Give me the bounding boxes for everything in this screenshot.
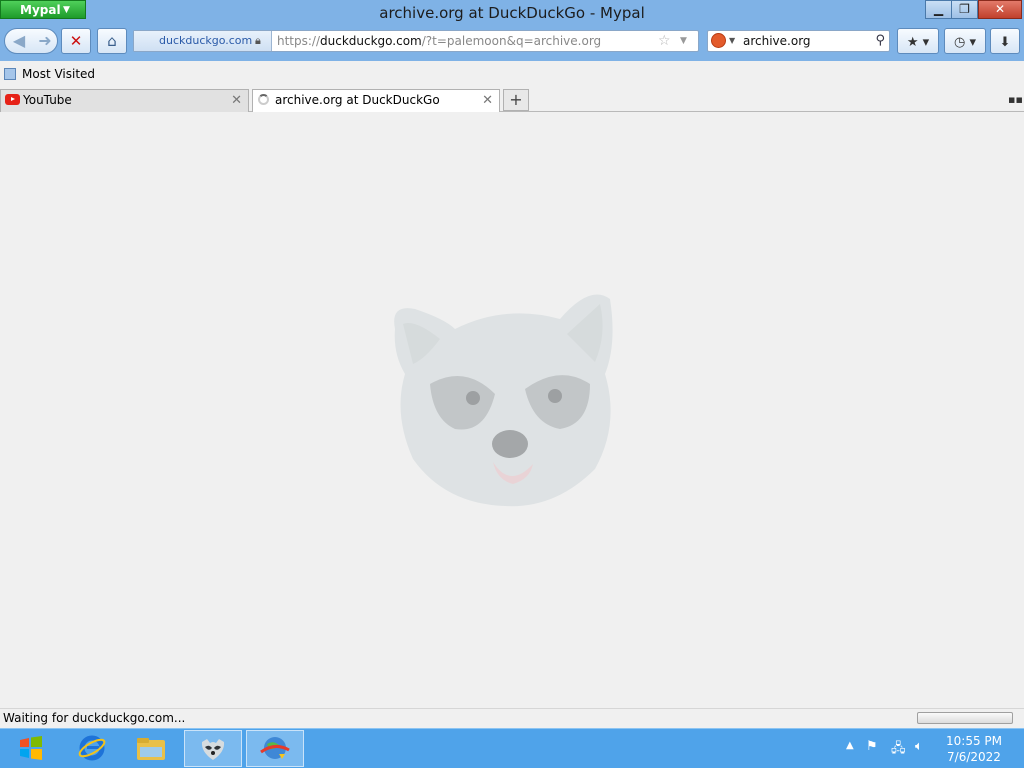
tab-youtube[interactable]: YouTube ✕	[0, 89, 249, 112]
bookmark-label: Most Visited	[22, 67, 96, 81]
title-bar: Mypal ▼ archive.org at DuckDuckGo - Mypa…	[0, 0, 1024, 26]
download-arrow-icon: ⬇	[999, 35, 1011, 50]
globe-download-icon	[260, 737, 290, 759]
clock-date: 7/6/2022	[947, 750, 1001, 764]
search-icon[interactable]: ⚲	[875, 31, 885, 51]
loading-progress-bar	[917, 712, 1013, 724]
windows-taskbar: ▲ ⚑ 🖧︎ 🔈︎ 10:55 PM 7/6/2022	[0, 728, 1024, 768]
close-window-button[interactable]: ✕	[978, 0, 1022, 19]
taskbar-clock[interactable]: 10:55 PM 7/6/2022	[940, 733, 1008, 765]
file-explorer-taskbar-button[interactable]	[122, 730, 180, 767]
site-identity-label: duckduckgo.com	[159, 34, 253, 47]
tab-duckduckgo[interactable]: archive.org at DuckDuckGo ✕	[252, 89, 500, 112]
url-dropdown-icon[interactable]: ▼	[680, 31, 687, 51]
plus-icon: +	[509, 90, 523, 109]
network-icon[interactable]: 🖧︎	[891, 739, 906, 761]
url-host: duckduckgo.com	[320, 34, 422, 48]
raccoon-icon	[201, 739, 225, 760]
search-engine-icon[interactable]	[711, 33, 726, 48]
url-path: /?t=palemoon&q=archive.org	[421, 34, 602, 48]
mypal-taskbar-button[interactable]	[184, 730, 242, 767]
lock-icon: 🔒︎	[255, 34, 261, 47]
tab-label: YouTube	[23, 93, 72, 107]
loading-spinner-icon	[258, 94, 269, 105]
start-button[interactable]	[2, 730, 60, 767]
home-icon: ⌂	[107, 32, 117, 50]
action-center-flag-icon[interactable]: ⚑	[866, 739, 878, 754]
close-icon: ✕	[994, 2, 1006, 16]
search-bar[interactable]: ▼ archive.org ⚲	[707, 30, 890, 52]
status-text: Waiting for duckduckgo.com...	[3, 711, 186, 725]
back-button[interactable]: ◀	[6, 29, 32, 53]
url-prefix: https://	[277, 34, 321, 48]
new-tab-button[interactable]: +	[503, 89, 529, 111]
history-button[interactable]: ◷ ▾	[944, 28, 986, 54]
search-input[interactable]: archive.org	[743, 31, 811, 51]
bookmarks-menu-button[interactable]: ★ ▾	[897, 28, 939, 54]
url-text[interactable]: https://duckduckgo.com/?t=palemoon&q=arc…	[277, 31, 601, 51]
back-arrow-icon: ◀	[12, 31, 26, 50]
url-bar[interactable]: duckduckgo.com 🔒︎ https://duckduckgo.com…	[133, 30, 699, 52]
download-manager-taskbar-button[interactable]	[246, 730, 304, 767]
restore-button[interactable]: ❐	[951, 0, 978, 19]
stop-button[interactable]: ✕	[61, 28, 91, 54]
minimize-button[interactable]: ▁	[925, 0, 952, 19]
list-all-tabs-icon[interactable]: ▪▪	[1008, 93, 1023, 106]
forward-arrow-icon: ➜	[38, 31, 52, 50]
show-hidden-icons-icon[interactable]: ▲	[846, 740, 854, 751]
internet-explorer-icon	[78, 735, 106, 761]
raccoon-watermark-image	[394, 294, 613, 507]
volume-muted-icon[interactable]: 🔈︎	[915, 739, 923, 754]
close-tab-icon[interactable]: ✕	[231, 90, 242, 111]
forward-button[interactable]: ➜	[33, 29, 57, 53]
bookmark-most-visited[interactable]: Most Visited	[4, 67, 95, 81]
windows-logo-icon	[20, 736, 42, 760]
stop-icon: ✕	[69, 32, 83, 50]
youtube-icon	[5, 94, 20, 105]
downloads-button[interactable]: ⬇	[990, 28, 1020, 54]
back-forward-group: ◀ ➜	[4, 28, 58, 54]
page-content	[0, 112, 1024, 708]
internet-explorer-taskbar-button[interactable]	[63, 730, 121, 767]
restore-icon: ❐	[959, 2, 970, 16]
clock-time: 10:55 PM	[946, 734, 1002, 748]
clock-icon: ◷ ▾	[953, 35, 976, 50]
home-button[interactable]: ⌂	[97, 28, 127, 54]
folder-icon	[137, 738, 165, 760]
minimize-icon: ▁	[933, 2, 944, 16]
status-bar: Waiting for duckduckgo.com...	[0, 708, 1024, 728]
folder-icon	[4, 68, 16, 80]
bookmarks-icon: ★ ▾	[906, 35, 930, 50]
chevron-down-icon[interactable]: ▼	[729, 31, 735, 51]
close-tab-icon[interactable]: ✕	[482, 90, 493, 111]
navigation-toolbar: ◀ ➜ ✕ ⌂ duckduckgo.com 🔒︎ https://duckdu…	[0, 26, 1024, 61]
bookmark-star-icon[interactable]: ☆	[658, 31, 671, 51]
site-identity-button[interactable]: duckduckgo.com 🔒︎	[134, 31, 272, 51]
tab-strip: YouTube ✕ archive.org at DuckDuckGo ✕ + …	[0, 87, 1024, 112]
bookmarks-toolbar: Most Visited	[0, 61, 1024, 87]
tab-label: archive.org at DuckDuckGo	[275, 93, 440, 107]
window-title: archive.org at DuckDuckGo - Mypal	[379, 4, 645, 22]
